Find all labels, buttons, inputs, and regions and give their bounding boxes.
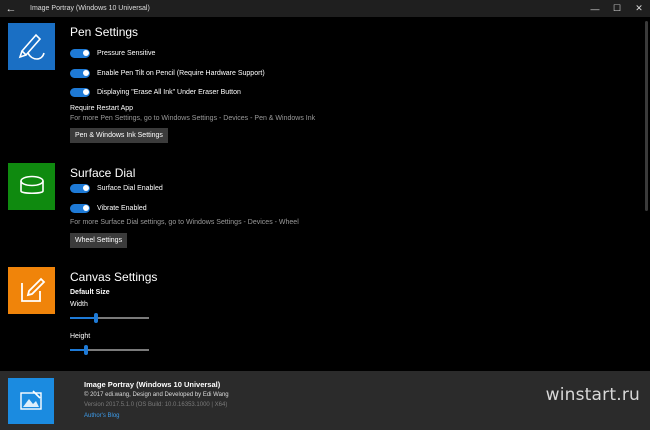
height-label: Height [70, 333, 91, 340]
slider-thumb[interactable] [94, 313, 99, 323]
close-icon: ✕ [635, 3, 643, 13]
pen-section-icon [8, 23, 55, 70]
width-slider[interactable] [70, 313, 149, 323]
vibrate-toggle-row: Vibrate Enabled [70, 203, 147, 213]
toggle-label: Displaying "Erase All Ink" Under Eraser … [97, 88, 241, 96]
pressure-sensitive-toggle[interactable] [70, 48, 90, 58]
pen-settings-title: Pen Settings [70, 25, 139, 39]
slider-thumb[interactable] [83, 345, 88, 355]
erase-all-ink-toggle-row: Displaying "Erase All Ink" Under Eraser … [70, 87, 241, 97]
canvas-settings-title: Canvas Settings [70, 270, 158, 284]
toggle-label: Enable Pen Tilt on Pencil (Require Hardw… [97, 69, 265, 77]
toggle-label: Pressure Sensitive [97, 49, 156, 57]
image-portray-logo-icon [20, 390, 42, 410]
height-slider[interactable] [70, 345, 149, 355]
authors-blog-link[interactable]: Author's Blog [84, 413, 120, 419]
window-controls: — ☐ ✕ [584, 0, 650, 17]
maximize-icon: ☐ [612, 3, 622, 13]
title-bar: ← Image Portray (Windows 10 Universal) —… [0, 0, 650, 17]
scrollbar-thumb[interactable] [645, 21, 648, 211]
footer-copyright: © 2017 edi.wang, Design and Developed by… [84, 392, 229, 398]
pen-more-info: For more Pen Settings, go to Windows Set… [70, 115, 316, 122]
scrollbar[interactable] [645, 19, 648, 369]
footer-version: Version 2017.5.1.0 (OS Build: 10.0.16353… [84, 402, 228, 408]
back-arrow-icon: ← [5, 2, 17, 15]
slider-fill [70, 317, 97, 319]
toggle-label: Vibrate Enabled [97, 204, 147, 212]
canvas-section-icon [8, 267, 55, 314]
dial-more-info: For more Surface Dial settings, go to Wi… [70, 219, 299, 226]
surface-dial-enabled-toggle[interactable] [70, 183, 90, 193]
maximize-button[interactable]: ☐ [606, 0, 628, 17]
erase-all-ink-toggle[interactable] [70, 87, 90, 97]
surface-dial-icon [19, 175, 44, 194]
app-logo [8, 378, 54, 424]
close-button[interactable]: ✕ [628, 0, 650, 17]
width-label: Width [70, 301, 88, 308]
minimize-button[interactable]: — [584, 0, 606, 17]
minimize-icon: — [590, 3, 600, 14]
pen-tilt-toggle[interactable] [70, 68, 90, 78]
window-title: Image Portray (Windows 10 Universal) [30, 5, 150, 12]
surface-dial-title: Surface Dial [70, 166, 136, 180]
default-size-label: Default Size [70, 289, 110, 296]
pen-tilt-toggle-row: Enable Pen Tilt on Pencil (Require Hardw… [70, 68, 265, 78]
restart-note: Require Restart App [70, 105, 134, 112]
edit-icon [20, 277, 45, 302]
watermark-text: winstart.ru [545, 385, 640, 405]
pen-windows-ink-settings-button[interactable]: Pen & Windows Ink Settings [70, 128, 168, 143]
footer-app-title: Image Portray (Windows 10 Universal) [84, 380, 221, 389]
pressure-sensitive-toggle-row: Pressure Sensitive [70, 48, 155, 58]
wheel-settings-button[interactable]: Wheel Settings [70, 233, 128, 248]
dial-section-icon [8, 163, 55, 210]
back-button[interactable]: ← [0, 0, 22, 17]
pen-icon [18, 33, 45, 60]
vibrate-enabled-toggle[interactable] [70, 203, 90, 213]
toggle-label: Surface Dial Enabled [97, 184, 163, 192]
surface-dial-toggle-row: Surface Dial Enabled [70, 183, 163, 193]
